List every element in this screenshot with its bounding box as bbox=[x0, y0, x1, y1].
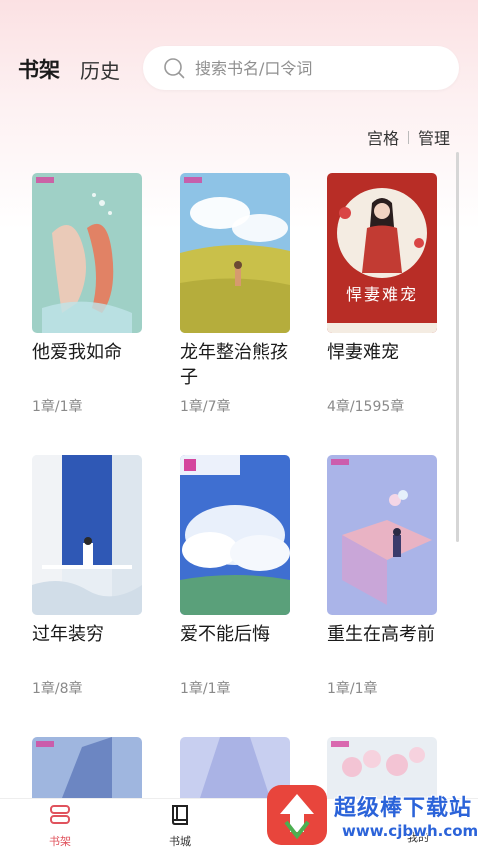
site-watermark: 超级棒下载站 www.cjbwh.com bbox=[262, 780, 478, 850]
download-site-logo-icon bbox=[267, 785, 327, 845]
book-card[interactable]: 悍妻难宠 悍妻难宠 bbox=[327, 173, 437, 365]
nav-bookstore[interactable]: 书城 bbox=[150, 803, 210, 849]
book-cover bbox=[180, 455, 290, 615]
book-progress: 1章/1章 bbox=[327, 681, 378, 697]
book-progress: 1章/1章 bbox=[180, 681, 231, 697]
nav-bookstore-label: 书城 bbox=[169, 835, 191, 848]
book-title: 过年装穷 bbox=[32, 624, 104, 645]
book-cover[interactable] bbox=[32, 737, 142, 798]
bookshelf-icon bbox=[50, 805, 70, 824]
search-box[interactable] bbox=[143, 46, 459, 90]
book-icon bbox=[172, 805, 188, 825]
book-title: 悍妻难宠 bbox=[327, 342, 399, 363]
search-input[interactable] bbox=[195, 54, 445, 82]
watermark-site-name: 超级棒下载站 bbox=[334, 796, 473, 821]
book-progress: 1章/1章 bbox=[32, 399, 83, 415]
nav-bookshelf[interactable]: 书架 bbox=[30, 803, 90, 849]
book-card[interactable]: 过年装穷 bbox=[32, 455, 142, 647]
shelf-toolbar: 宫格 管理 bbox=[367, 125, 450, 149]
manage-button[interactable]: 管理 bbox=[418, 125, 450, 149]
book-progress: 4章/1595章 bbox=[327, 399, 405, 415]
book-progress: 1章/7章 bbox=[180, 399, 231, 415]
book-title: 他爱我如命 bbox=[32, 342, 122, 363]
scrollbar[interactable] bbox=[456, 152, 459, 542]
book-card[interactable]: 爱不能后悔 bbox=[180, 455, 290, 647]
book-title: 龙年整治熊孩子 bbox=[180, 342, 288, 388]
cover-title-text: 悍妻难宠 bbox=[345, 285, 418, 304]
search-icon bbox=[164, 58, 185, 79]
book-title: 爱不能后悔 bbox=[180, 624, 270, 645]
header-bar: 书架 历史 bbox=[0, 44, 478, 92]
toolbar-divider bbox=[407, 130, 409, 144]
book-cover bbox=[32, 173, 142, 333]
book-cover bbox=[32, 455, 142, 615]
book-progress: 1章/8章 bbox=[32, 681, 83, 697]
tab-history[interactable]: 历史 bbox=[80, 55, 120, 84]
book-card[interactable]: 龙年整治熊孩子 bbox=[180, 173, 290, 390]
book-title: 重生在高考前 bbox=[327, 624, 435, 645]
book-card[interactable]: 重生在高考前 bbox=[327, 455, 437, 647]
book-cover bbox=[180, 173, 290, 333]
book-cover bbox=[327, 455, 437, 615]
nav-bookshelf-label: 书架 bbox=[49, 835, 71, 848]
grid-view-button[interactable]: 宫格 bbox=[367, 125, 399, 149]
book-card[interactable]: 他爱我如命 bbox=[32, 173, 142, 365]
tab-bookshelf[interactable]: 书架 bbox=[18, 54, 60, 84]
book-cover: 悍妻难宠 bbox=[327, 173, 437, 333]
watermark-url: www.cjbwh.com bbox=[342, 822, 478, 840]
